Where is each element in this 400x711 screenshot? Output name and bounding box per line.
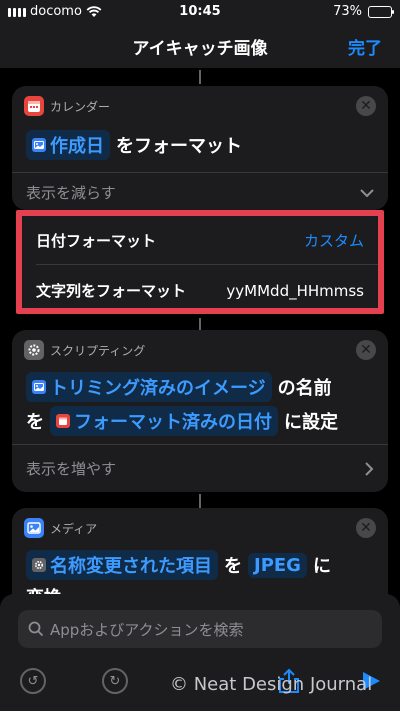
action-line: 作成日 をフォーマット (26, 130, 374, 160)
param-label: 文字列をフォーマット (36, 282, 187, 300)
action-text: をフォーマット (116, 136, 242, 157)
action-line: 名称変更された項目 を JPEG に (26, 550, 374, 580)
redo-icon[interactable]: ↻ (102, 668, 128, 694)
flow-connector (199, 70, 201, 84)
nav-bar: アイキャッチ画像 完了 (0, 24, 400, 68)
photo-icon (32, 380, 46, 394)
variable-token[interactable]: 名称変更された項目 (26, 550, 218, 580)
divider (12, 444, 388, 445)
variable-token-label: トリミング済みのイメージ (50, 378, 266, 399)
watermark: © Neat Design Journal (170, 674, 373, 695)
close-icon[interactable]: ✕ (356, 340, 376, 360)
variable-token-label: フォーマット済みの日付 (74, 412, 272, 433)
action-text: を (26, 412, 44, 433)
param-row-format-string[interactable]: 文字列をフォーマット yyMMdd_HHmmss (36, 280, 364, 301)
param-label: 日付フォーマット (36, 232, 157, 250)
action-text: に設定 (284, 412, 338, 433)
photo-icon (32, 138, 46, 152)
calendar-icon (24, 96, 44, 116)
gear-icon (24, 340, 44, 360)
param-value[interactable]: カスタム (304, 230, 364, 251)
variable-token[interactable]: トリミング済みのイメージ (26, 372, 272, 402)
param-row-date-format[interactable]: 日付フォーマット カスタム (36, 230, 364, 251)
status-bar: docomo 10:45 73% (0, 0, 400, 24)
show-less-label: 表示を減らす (26, 184, 116, 202)
action-card-convert-image[interactable]: メディア ✕ 名称変更された項目 を JPEG に 変換 (12, 508, 388, 608)
show-more-label: 表示を増やす (26, 460, 117, 478)
status-right: 73% (333, 4, 394, 19)
action-text: に (312, 556, 331, 577)
action-card-format-date[interactable]: カレンダー ✕ 作成日 をフォーマット 表示を減らす (12, 86, 388, 210)
variable-token[interactable]: フォーマット済みの日付 (50, 406, 278, 436)
format-string-field[interactable]: yyMMdd_HHmmss (226, 282, 364, 300)
undo-icon[interactable]: ↺ (20, 668, 46, 694)
chevron-down-icon (360, 188, 374, 197)
search-input[interactable]: Appおよびアクションを検索 (18, 610, 382, 648)
search-placeholder: Appおよびアクションを検索 (50, 620, 244, 639)
calendar-icon (56, 414, 70, 428)
search-icon (28, 621, 44, 637)
battery-icon (368, 5, 394, 18)
card-header: スクリプティング (24, 340, 145, 360)
editor-toolbar: ↺ ↻ © Neat Design Journal (0, 668, 400, 698)
action-text: の名前 (277, 378, 332, 399)
battery-percent: 73% (333, 4, 362, 19)
format-parameters: 日付フォーマット カスタム 文字列をフォーマット yyMMdd_HHmmss (16, 210, 384, 314)
action-card-set-name[interactable]: スクリプティング ✕ トリミング済みのイメージ の名前 を フォーマット済みの日… (12, 330, 388, 492)
format-token[interactable]: JPEG (248, 552, 307, 578)
divider (12, 172, 388, 173)
card-header: メディア (24, 518, 97, 538)
show-more-row[interactable]: 表示を増やす (26, 458, 374, 479)
divider (36, 264, 378, 265)
action-search-panel: Appおよびアクションを検索 ↺ ↻ © Neat Design Journal (0, 594, 400, 711)
action-line: を フォーマット済みの日付 に設定 (26, 406, 374, 436)
gear-icon (32, 558, 46, 572)
action-text: を (224, 556, 242, 577)
action-line: トリミング済みのイメージ の名前 (26, 372, 374, 402)
close-icon[interactable]: ✕ (356, 518, 376, 538)
card-category: カレンダー (50, 99, 111, 114)
format-token-label: JPEG (254, 554, 301, 576)
card-category: メディア (50, 521, 98, 536)
card-category: スクリプティング (50, 343, 146, 358)
variable-token-label: 作成日 (50, 136, 104, 157)
chevron-right-icon (365, 461, 374, 476)
variable-token-label: 名称変更された項目 (50, 556, 212, 577)
page-title: アイキャッチ画像 (132, 39, 268, 59)
photo-icon (24, 518, 44, 538)
done-button[interactable]: 完了 (348, 34, 382, 59)
show-less-row[interactable]: 表示を減らす (26, 182, 374, 203)
variable-token[interactable]: 作成日 (26, 130, 110, 160)
close-icon[interactable]: ✕ (356, 96, 376, 116)
card-header: カレンダー (24, 96, 110, 116)
